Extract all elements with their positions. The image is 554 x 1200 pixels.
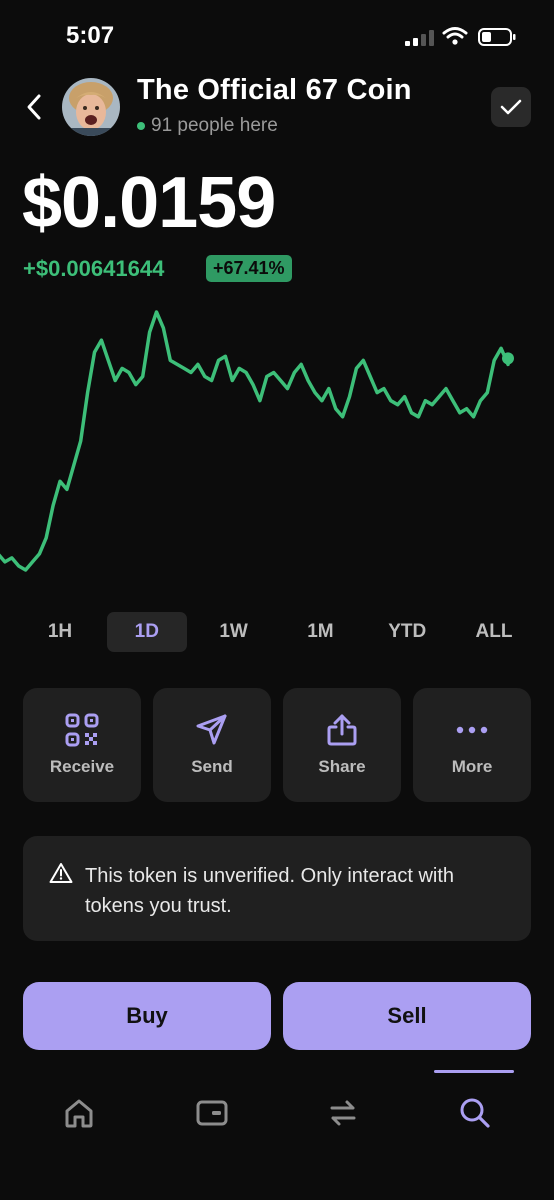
warning-triangle-icon [49, 863, 73, 883]
wallet-card-icon[interactable] [195, 1096, 229, 1130]
range-tab-ytd[interactable]: YTD [367, 612, 447, 652]
time-range-tabs: 1H 1D 1W 1M YTD ALL [20, 612, 534, 656]
more-label: More [451, 757, 493, 776]
verify-button[interactable] [491, 87, 531, 127]
search-icon[interactable] [458, 1096, 492, 1130]
buy-button[interactable]: Buy [23, 982, 271, 1050]
sell-button[interactable]: Sell [283, 982, 531, 1050]
price-line [0, 310, 510, 572]
current-price-point [502, 352, 514, 365]
cellular-signal-icon [405, 30, 434, 46]
battery-icon [478, 28, 516, 46]
send-label: Send [191, 757, 233, 776]
bottom-tab-bar [0, 1072, 554, 1200]
token-price: $0.0159 [22, 163, 276, 243]
unverified-warning: This token is unverified. Only interact … [23, 836, 531, 941]
active-tab-indicator [434, 1070, 514, 1073]
price-chart[interactable] [0, 300, 554, 580]
status-time: 5:07 [66, 22, 115, 49]
share-label: Share [318, 757, 366, 776]
action-buttons: Receive Send Share More [23, 688, 531, 802]
qr-code-icon [65, 713, 99, 747]
range-tab-1m[interactable]: 1M [280, 612, 360, 652]
more-button[interactable]: More [413, 688, 531, 802]
wifi-icon [442, 27, 468, 45]
page-title: The Official 67 Coin [137, 74, 412, 106]
warning-text: This token is unverified. Only interact … [85, 865, 455, 917]
more-dots-icon [456, 726, 488, 734]
home-icon[interactable] [62, 1096, 96, 1130]
price-change: +$0.00641644 [23, 256, 165, 281]
share-button[interactable]: Share [283, 688, 401, 802]
send-button[interactable]: Send [153, 688, 271, 802]
people-count-label: 91 people here [151, 115, 278, 136]
receive-button[interactable]: Receive [23, 688, 141, 802]
avatar-image-icon [62, 78, 120, 136]
receive-label: Receive [49, 757, 115, 776]
range-tab-1h[interactable]: 1H [20, 612, 100, 652]
online-dot-icon [137, 122, 145, 130]
people-count: 91 people here [137, 115, 278, 137]
send-arrow-icon [196, 714, 227, 745]
avatar[interactable] [62, 78, 120, 136]
swap-icon[interactable] [326, 1096, 360, 1130]
share-icon [327, 714, 357, 746]
range-tab-1w[interactable]: 1W [194, 612, 274, 652]
range-tab-all[interactable]: ALL [454, 612, 534, 652]
range-tab-1d[interactable]: 1D [106, 612, 187, 652]
price-change-percent-badge: +67.41% [206, 255, 292, 282]
checkmark-icon [500, 99, 522, 115]
back-chevron-icon[interactable] [24, 92, 44, 122]
